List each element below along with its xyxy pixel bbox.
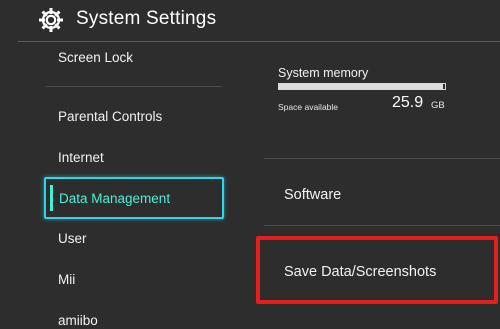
sidebar-item-parental-controls[interactable]: Parental Controls: [58, 109, 162, 124]
gear-icon: [39, 8, 63, 32]
space-available-label: Space available: [278, 102, 339, 112]
system-settings-screen: System Settings Screen Lock Parental Con…: [0, 0, 500, 329]
sidebar-item-internet[interactable]: Internet: [58, 150, 104, 165]
selection-indicator: [50, 185, 53, 211]
memory-usage-fill: [279, 84, 444, 89]
space-available-value: 25.9: [392, 94, 424, 111]
sidebar-item-mii[interactable]: Mii: [58, 272, 75, 287]
space-available-unit: GB: [431, 100, 445, 111]
sidebar-item-user[interactable]: User: [58, 231, 87, 246]
system-memory-title: System memory: [278, 66, 369, 80]
sidebar-item-data-management[interactable]: Data Management: [44, 177, 224, 219]
sidebar: Screen Lock Parental Controls Internet D…: [0, 42, 240, 329]
software-option[interactable]: Software: [284, 187, 341, 203]
page-title: System Settings: [76, 8, 217, 29]
sidebar-item-screen-lock[interactable]: Screen Lock: [58, 50, 133, 65]
sidebar-divider: [46, 86, 222, 87]
sidebar-item-label: Data Management: [59, 191, 171, 206]
memory-usage-bar: [278, 83, 446, 90]
highlight-box: [256, 236, 498, 304]
header: System Settings: [0, 0, 500, 40]
content-divider: [264, 158, 500, 159]
sidebar-item-amiibo[interactable]: amiibo: [58, 313, 98, 328]
content-divider: [264, 225, 500, 226]
